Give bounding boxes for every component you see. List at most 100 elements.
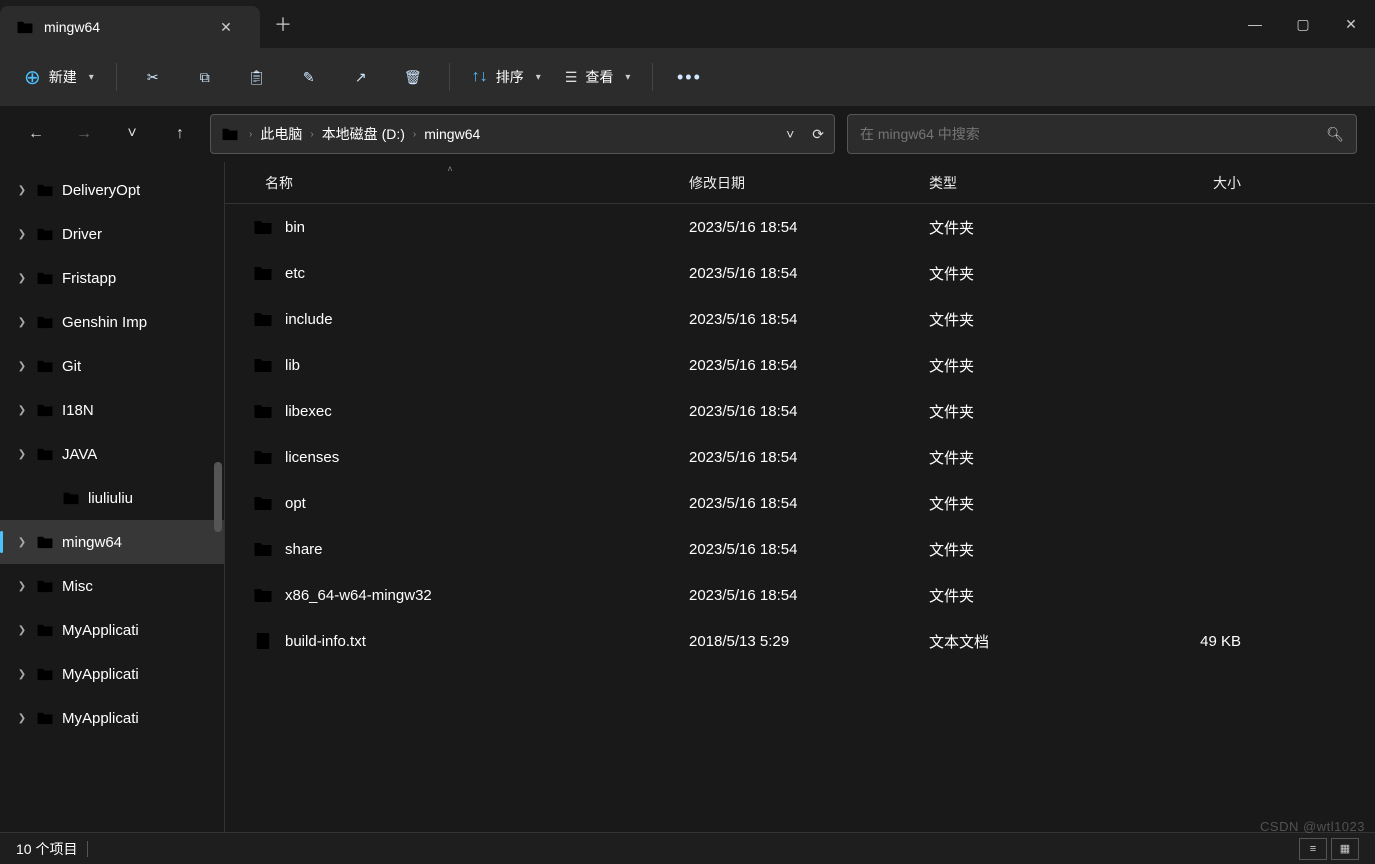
view-button[interactable]: ☰ 查看 ▾ [555,58,641,96]
file-name: bin [285,219,305,236]
col-date[interactable]: 修改日期 [675,173,915,193]
file-row[interactable]: lib2023/5/16 18:54文件夹 [225,342,1375,388]
file-date: 2023/5/16 18:54 [675,219,915,236]
rename-button[interactable]: ✎ [285,58,333,96]
address-bar[interactable]: › 此电脑 › 本地磁盘 (D:) › mingw64 ˅ ⟳ [210,114,835,154]
chevron-right-icon[interactable]: ❯ [16,449,28,460]
chevron-down-icon: ▾ [89,72,94,83]
thumbnails-view-button[interactable]: ▦ [1331,838,1359,860]
chevron-right-icon[interactable]: ❯ [16,229,28,240]
tree-item[interactable]: ❯Fristapp [0,256,224,300]
file-row[interactable]: bin2023/5/16 18:54文件夹 [225,204,1375,250]
folder-icon [36,711,54,725]
chevron-right-icon[interactable]: ❯ [16,669,28,680]
search-bar[interactable]: 🔍︎ [847,114,1357,154]
tree-item-label: MyApplicati [62,710,139,727]
file-date: 2023/5/16 18:54 [675,265,915,282]
refresh-button[interactable]: ⟳ [812,126,824,143]
history-chevron-icon[interactable]: ˅ [786,126,794,142]
scrollbar-thumb[interactable] [214,462,222,532]
tree-item[interactable]: ❯DeliveryOpt [0,168,224,212]
cut-button[interactable]: ✂ [129,58,177,96]
file-name: licenses [285,449,339,466]
file-date: 2023/5/16 18:54 [675,403,915,420]
chevron-right-icon[interactable]: ❯ [16,317,28,328]
file-type: 文件夹 [915,263,1125,284]
file-date: 2023/5/16 18:54 [675,449,915,466]
tree-item[interactable]: ❯Misc [0,564,224,608]
folder-icon [36,447,54,461]
col-name[interactable]: 名称 [225,173,675,193]
more-button[interactable]: ••• [665,58,713,96]
chevron-right-icon[interactable]: ❯ [16,625,28,636]
tree-item[interactable]: ❯Git [0,344,224,388]
file-row[interactable]: libexec2023/5/16 18:54文件夹 [225,388,1375,434]
chevron-down-icon: ▾ [536,72,541,83]
tree-item[interactable]: ❯ Genshin Imp [0,300,224,344]
back-button[interactable]: ← [18,116,54,152]
file-row[interactable]: opt2023/5/16 18:54文件夹 [225,480,1375,526]
chevron-right-icon[interactable]: ❯ [16,185,28,196]
ellipsis-icon: ••• [677,67,702,88]
paste-button[interactable]: 📋︎ [233,58,281,96]
tree-item[interactable]: ❯ I18N [0,388,224,432]
delete-button[interactable]: 🗑︎ [389,58,437,96]
search-input[interactable] [860,126,1316,142]
tree-item[interactable]: liuliuliu [0,476,224,520]
chevron-right-icon[interactable]: ❯ [16,581,28,592]
file-name: etc [285,265,305,282]
window-tab[interactable]: mingw64 ✕ [0,6,260,48]
rename-icon: ✎ [303,69,315,86]
crumb[interactable]: mingw64 [424,126,480,142]
toolbar: ⊕ 新建 ▾ ✂ ⧉ 📋︎ ✎ ↗ 🗑︎ ↑↓ 排序 ▾ ☰ 查看 ▾ ••• [0,48,1375,106]
file-type: 文件夹 [915,493,1125,514]
file-row[interactable]: x86_64-w64-mingw322023/5/16 18:54文件夹 [225,572,1375,618]
chevron-right-icon[interactable]: ❯ [16,537,28,548]
chevron-right-icon[interactable]: ❯ [16,361,28,372]
tree-item-label: I18N [62,402,94,419]
forward-button[interactable]: → [66,116,102,152]
tree-item-label: MyApplicati [62,622,139,639]
tree-item[interactable]: ❯JAVA [0,432,224,476]
file-row[interactable]: share2023/5/16 18:54文件夹 [225,526,1375,572]
new-tab-button[interactable]: ＋ [260,0,306,48]
copy-icon: ⧉ [200,69,210,86]
chevron-right-icon[interactable]: ❯ [16,273,28,284]
file-row[interactable]: build-info.txt2018/5/13 5:29文本文档49 KB [225,618,1375,664]
tree-item[interactable]: ❯ MyApplicati [0,652,224,696]
chevron-right-icon[interactable]: ❯ [16,405,28,416]
tree-item[interactable]: ❯Driver [0,212,224,256]
file-row[interactable]: include2023/5/16 18:54文件夹 [225,296,1375,342]
tree-item[interactable]: ❯mingw64 [0,520,224,564]
sort-button[interactable]: ↑↓ 排序 ▾ [462,58,551,96]
chevron-right-icon[interactable]: ❯ [16,713,28,724]
share-button[interactable]: ↗ [337,58,385,96]
folder-icon [253,403,273,419]
file-row[interactable]: licenses2023/5/16 18:54文件夹 [225,434,1375,480]
crumb[interactable]: 此电脑 [260,124,302,144]
maximize-button[interactable]: ▢ [1279,0,1327,48]
tree-item[interactable]: ❯ MyApplicati [0,608,224,652]
tree-item-label: Genshin Imp [62,314,147,331]
recent-button[interactable]: ˅ [114,116,150,152]
crumb[interactable]: 本地磁盘 (D:) [322,124,405,144]
copy-button[interactable]: ⧉ [181,58,229,96]
file-name: build-info.txt [285,633,366,650]
file-row[interactable]: etc 2023/5/16 18:54文件夹 [225,250,1375,296]
trash-icon: 🗑︎ [404,69,422,86]
col-type[interactable]: 类型 [915,173,1125,193]
close-window-button[interactable]: ✕ [1327,0,1375,48]
up-button[interactable]: ↑ [162,116,198,152]
file-name: opt [285,495,306,512]
new-button[interactable]: ⊕ 新建 ▾ [14,58,104,96]
details-view-button[interactable]: ≡ [1299,838,1327,860]
plus-circle-icon: ⊕ [24,65,41,90]
close-tab-button[interactable]: ✕ [208,19,244,36]
minimize-button[interactable]: — [1231,0,1279,48]
col-size[interactable]: 大小 [1125,173,1255,193]
file-date: 2023/5/16 18:54 [675,357,915,374]
folder-icon [253,587,273,603]
tree-item[interactable]: ❯ MyApplicati [0,696,224,740]
tree-item-label: MyApplicati [62,666,139,683]
nav-tree[interactable]: ❯DeliveryOpt❯Driver❯Fristapp❯Genshin Imp… [0,162,225,832]
